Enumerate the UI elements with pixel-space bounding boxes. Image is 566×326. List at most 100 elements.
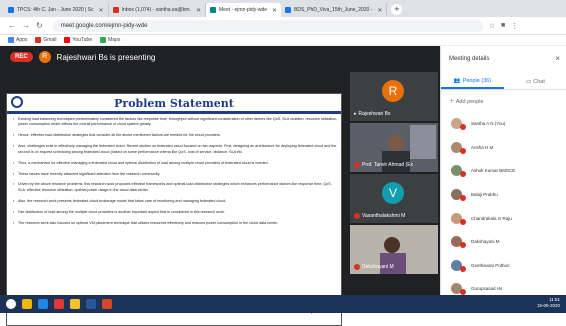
panel-title: Meeting details	[449, 56, 490, 62]
chat-icon: ▭	[526, 78, 532, 85]
participant-avatar: R	[382, 80, 404, 102]
avatar	[451, 189, 466, 202]
add-person-icon: ＋	[449, 99, 455, 105]
participant-tile[interactable]: R ▸ Rajeshwari Bs	[350, 72, 438, 121]
meeting-details-panel: Meeting details × 👥 People (36) ▭ Chat ＋ A…	[440, 46, 566, 296]
system-clock: 11:51 15-06-2020	[536, 297, 560, 308]
people-icon: 👥	[453, 77, 461, 84]
browser-tab-active[interactable]: Meet - ejmn-pidy-wde ✕	[205, 3, 282, 17]
new-tab-button[interactable]: +	[391, 4, 403, 15]
chrome-icon[interactable]	[70, 299, 80, 309]
word-icon[interactable]	[86, 299, 96, 309]
list-item[interactable]: Geethavani Pothuri	[451, 254, 561, 278]
extension-icon[interactable]: ■	[501, 22, 505, 29]
pin-icon: ▸	[354, 111, 357, 117]
slide-bullet: Existing load balancing techniques predo…	[13, 117, 338, 128]
participant-name: ▸ Rajeshwari Bs	[354, 111, 391, 117]
close-icon[interactable]: ×	[555, 54, 560, 63]
list-item[interactable]: Ashok Kumar BMSCE	[451, 159, 561, 183]
avatar	[451, 165, 466, 178]
slide-bullet: Also, challenges exist in effectively ma…	[13, 144, 338, 155]
mic-off-icon	[460, 124, 466, 131]
slide-bullet: These issues have recently attracted sig…	[13, 172, 338, 178]
recording-badge: REC	[10, 52, 33, 62]
slide-bullet: The research work also focuses on optima…	[13, 221, 338, 227]
participant-tile[interactable]: Dakshayani M	[350, 225, 438, 274]
browser-tab[interactable]: BDS_PhD_Viva_15th_June_2020 - ✕	[281, 3, 388, 17]
participant-name: Dakshayani M	[354, 264, 394, 270]
list-item[interactable]: Santha A N (You)	[451, 112, 561, 136]
avatar	[451, 259, 466, 272]
slide-bullet-list: Existing load balancing techniques predo…	[13, 117, 338, 232]
url-field[interactable]: meet.google.com/ejmn-pidy-wde	[52, 19, 483, 32]
bookmark-gmail[interactable]: Gmail	[35, 37, 56, 43]
tab-people[interactable]: 👥 People (36)	[441, 74, 504, 89]
windows-taskbar: 11:51 15-06-2020	[0, 295, 566, 313]
bookmark-maps[interactable]: Maps	[100, 37, 120, 43]
tab-chat[interactable]: ▭ Chat	[504, 74, 566, 89]
mic-off-icon	[354, 213, 360, 219]
reload-icon[interactable]: ↻	[36, 21, 43, 30]
slide-bullet: Also, the research work presents federat…	[13, 199, 338, 205]
mic-off-icon	[460, 171, 466, 178]
avatar	[451, 141, 466, 154]
participant-name: Vasanthalakshmi M	[354, 213, 405, 219]
mic-off-icon	[460, 265, 466, 272]
list-item[interactable]: Anitha H M	[451, 136, 561, 160]
close-tab-icon[interactable]: ✕	[196, 7, 201, 14]
meet-stage: REC R Rajeshwari Bs is presenting Proble…	[0, 46, 440, 326]
mic-off-icon	[460, 147, 466, 154]
browser-tab[interactable]: TPCS: 4th C, Jan - June 2020 | Sc ✕	[4, 3, 109, 17]
back-icon[interactable]: ←	[8, 21, 16, 30]
people-list: Santha A N (You) Anitha H M Ashok Kumar …	[451, 112, 561, 301]
browser-tab[interactable]: Inbox (1,074) - santha.ea@bm. ✕	[109, 3, 206, 17]
participant-avatar: V	[382, 182, 404, 204]
close-tab-icon[interactable]: ✕	[99, 7, 104, 14]
participant-tile[interactable]: Prof. Tanvir Ahmad (Ex	[350, 123, 438, 172]
powerpoint-icon[interactable]	[102, 299, 112, 309]
youtube-icon	[64, 37, 71, 43]
presentation-slide: Problem Statement Existing load balancin…	[6, 93, 342, 326]
close-tab-icon[interactable]: ✕	[272, 7, 277, 14]
ie-icon[interactable]	[38, 299, 48, 309]
gmail-icon	[112, 7, 119, 13]
list-item[interactable]: Dakshayani M	[451, 230, 561, 254]
mic-off-icon	[460, 218, 466, 225]
meet-icon	[209, 7, 216, 13]
gmail-icon	[35, 37, 42, 43]
slide-bullet: Fair distribution of load among the mult…	[13, 210, 338, 216]
bookmark-youtube[interactable]: YouTube	[64, 37, 92, 43]
start-icon[interactable]	[6, 299, 16, 309]
presenter-avatar: R	[38, 51, 51, 63]
address-bar-row: ← → ↻ meet.google.com/ejmn-pidy-wde ☆ ■ …	[0, 17, 566, 35]
slide-title: Problem Statement	[114, 97, 234, 110]
forward-icon[interactable]: →	[22, 21, 30, 30]
list-item[interactable]: Chandrakala G Raju	[451, 206, 561, 230]
list-item[interactable]: Balaji Prabhu	[451, 183, 561, 207]
mic-off-icon	[460, 195, 466, 202]
avatar	[451, 283, 466, 296]
mic-off-icon	[354, 162, 360, 168]
slide-bullet: Thus, a mechanism for effective managing…	[13, 161, 338, 167]
tab-favicon-icon	[8, 7, 14, 13]
meet-header: REC R Rajeshwari Bs is presenting	[0, 46, 440, 68]
participant-tile[interactable]: V Vasanthalakshmi M	[350, 174, 438, 223]
slide-bullet: Driven by the above research problems, t…	[13, 182, 338, 193]
star-icon[interactable]: ☆	[489, 22, 495, 30]
tab-label: Meet - ejmn-pidy-wde	[218, 7, 268, 13]
close-tab-icon[interactable]: ✕	[377, 7, 382, 14]
slide-divider	[7, 111, 341, 114]
media-icon[interactable]	[54, 299, 64, 309]
file-explorer-icon[interactable]	[22, 299, 32, 309]
apps-icon	[8, 37, 14, 43]
participant-name: Prof. Tanvir Ahmad (Ex	[354, 162, 413, 168]
avatar	[451, 212, 466, 225]
presenting-text: Rajeshwari Bs is presenting	[56, 52, 156, 62]
docs-icon	[285, 7, 292, 13]
browser-tab-bar: TPCS: 4th C, Jan - June 2020 | Sc ✕ Inbo…	[0, 0, 566, 17]
add-people-button[interactable]: ＋ Add people	[449, 97, 484, 105]
mic-off-icon	[460, 242, 466, 249]
mic-off-icon	[354, 264, 360, 270]
menu-icon[interactable]: ⋮	[511, 22, 518, 30]
bookmark-apps[interactable]: Apps	[8, 37, 27, 43]
